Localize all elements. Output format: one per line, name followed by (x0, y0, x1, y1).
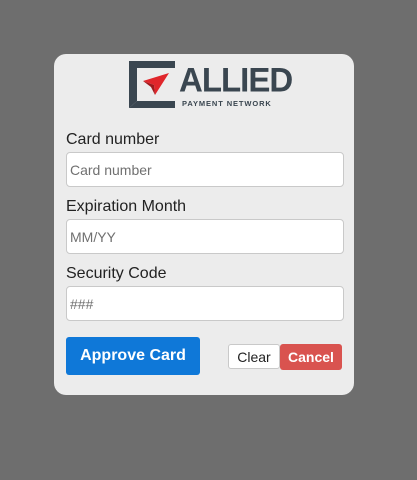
expiration-month-input[interactable] (66, 219, 344, 254)
card-number-label: Card number (66, 131, 160, 148)
payment-card-panel: ALLIED PAYMENT NETWORK Card number Expir… (54, 54, 354, 395)
card-number-input[interactable] (66, 152, 344, 187)
logo-subtitle: PAYMENT NETWORK (182, 99, 272, 108)
expiration-month-label: Expiration Month (66, 198, 187, 215)
security-code-label: Security Code (66, 265, 167, 282)
allied-logo: ALLIED PAYMENT NETWORK (129, 60, 293, 111)
security-code-input[interactable] (66, 286, 344, 321)
cancel-button[interactable]: Cancel (280, 344, 342, 370)
allied-logo-mark-icon (129, 61, 175, 108)
clear-button[interactable]: Clear (228, 344, 280, 369)
approve-card-button[interactable]: Approve Card (66, 337, 200, 375)
logo-wordmark: ALLIED (179, 60, 293, 99)
